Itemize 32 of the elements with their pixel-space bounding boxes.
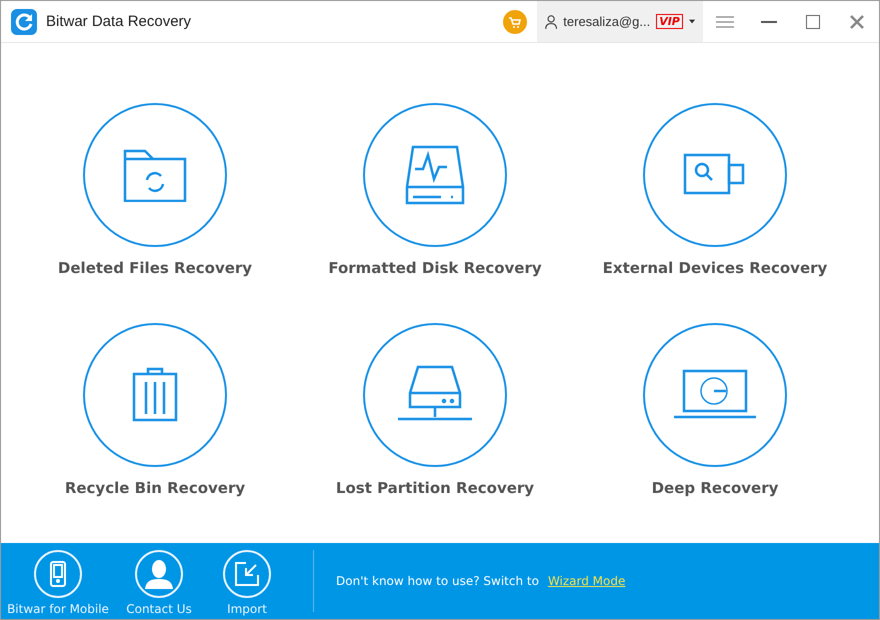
recovery-mode-button[interactable]: Lost Partition Recovery bbox=[295, 323, 575, 497]
mode-label: Deep Recovery bbox=[652, 479, 778, 497]
user-icon bbox=[545, 12, 558, 30]
phone-icon bbox=[50, 561, 66, 587]
account-name[interactable]: teresaliza@g... bbox=[563, 14, 650, 29]
hint-text: Don't know how to use? Switch to bbox=[336, 574, 539, 588]
mode-label: External Devices Recovery bbox=[602, 259, 828, 277]
recovery-mode-button[interactable]: Recycle Bin Recovery bbox=[15, 323, 295, 497]
vip-badge: VIP bbox=[656, 14, 683, 29]
close-icon bbox=[850, 14, 864, 28]
import-icon bbox=[234, 561, 260, 587]
recovery-mode-button[interactable]: Deleted Files Recovery bbox=[15, 103, 295, 277]
mode-label: Lost Partition Recovery bbox=[336, 479, 534, 497]
cart-icon[interactable] bbox=[503, 10, 527, 34]
minimize-icon bbox=[761, 20, 777, 22]
recovery-mode-button[interactable]: Deep Recovery bbox=[575, 323, 855, 497]
menu-icon bbox=[716, 16, 734, 28]
usb-drive-icon bbox=[683, 153, 747, 197]
maximize-icon bbox=[806, 14, 820, 28]
folder-icon bbox=[123, 148, 187, 202]
caret-icon[interactable] bbox=[688, 19, 695, 24]
recovery-mode-button[interactable]: External Devices Recovery bbox=[575, 103, 855, 277]
mode-label: Formatted Disk Recovery bbox=[328, 259, 542, 277]
mode-label: Recycle Bin Recovery bbox=[64, 479, 246, 497]
laptop-icon bbox=[674, 369, 756, 421]
app-logo-icon bbox=[11, 8, 37, 34]
hard-drive-icon bbox=[405, 145, 465, 205]
trash-bin-icon bbox=[132, 366, 178, 424]
mode-label: Deleted Files Recovery bbox=[58, 259, 252, 277]
window-title: Bitwar Data Recovery bbox=[46, 13, 192, 30]
recovery-mode-button[interactable]: Formatted Disk Recovery bbox=[295, 103, 575, 277]
person-icon bbox=[143, 559, 175, 589]
